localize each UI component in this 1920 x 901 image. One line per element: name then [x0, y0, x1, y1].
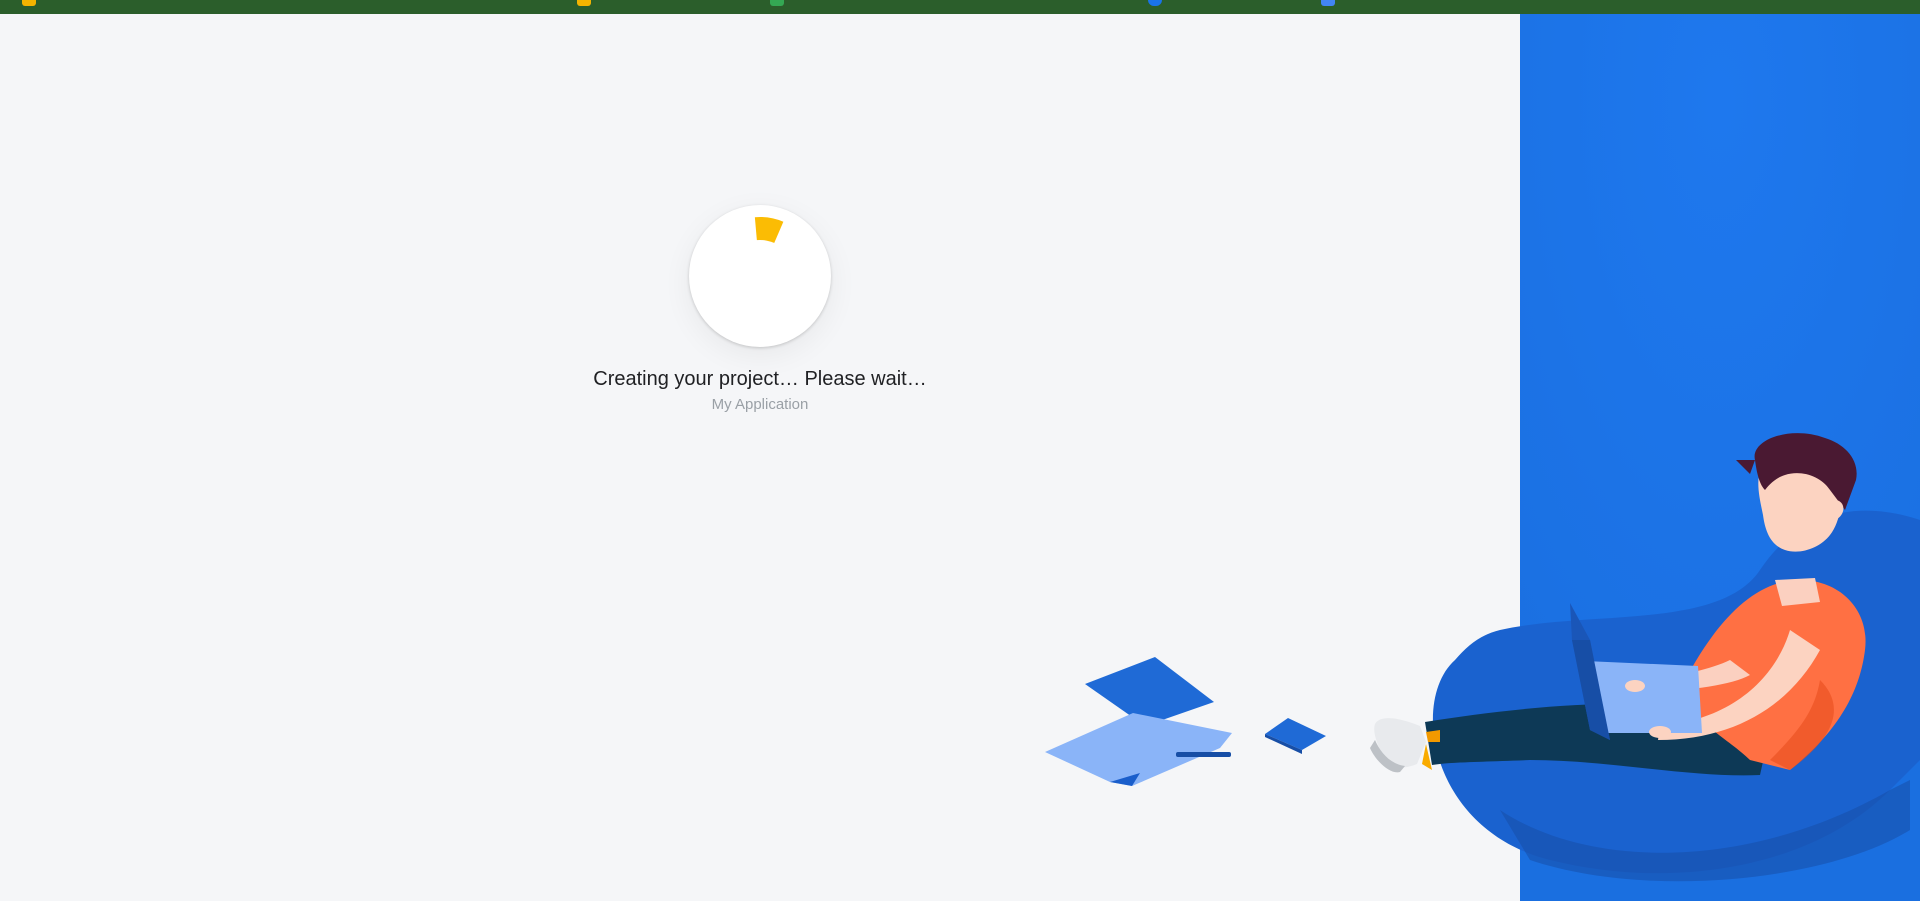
- browser-top-bar: [0, 0, 1920, 14]
- tab-favicon-firebase-icon[interactable]: [22, 0, 36, 6]
- person-with-laptop-illustration: [1045, 433, 1920, 882]
- tab-favicon-globe-icon[interactable]: [1148, 0, 1162, 6]
- tab-favicon-sheets-icon[interactable]: [770, 0, 784, 6]
- progress-spinner-icon: [689, 205, 831, 347]
- status-message: Creating your project… Please wait…: [593, 368, 927, 390]
- tab-favicon-firebase-icon-2[interactable]: [577, 0, 591, 6]
- tab-favicon-docs-icon[interactable]: [1321, 0, 1335, 6]
- project-name: My Application: [711, 396, 809, 413]
